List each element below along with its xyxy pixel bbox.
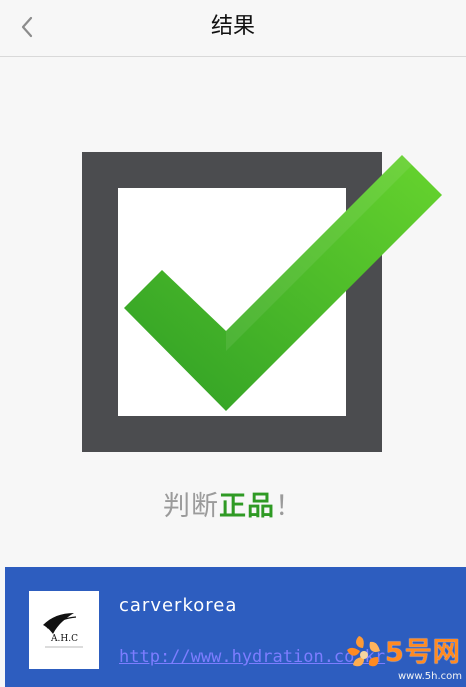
brand-logo: A.H.C: [29, 591, 99, 669]
watermark-text: 5号网: [385, 637, 461, 668]
page-header: 结果: [0, 0, 466, 57]
result-prefix: 判断: [163, 491, 219, 522]
flower-logo-icon: [347, 636, 380, 667]
result-message: 判断正品！: [0, 489, 466, 525]
page-title: 结果: [210, 14, 255, 39]
result-verdict: 正品: [219, 491, 275, 522]
ahc-logo-icon: A.H.C: [43, 613, 83, 648]
site-watermark: 5号网 www.5h.com: [337, 628, 464, 686]
watermark-url: www.5h.com: [398, 671, 463, 682]
brand-name: carverkorea: [119, 595, 238, 616]
result-suffix: ！: [275, 491, 303, 522]
result-panel: 判断正品！: [0, 57, 466, 567]
logo-text: A.H.C: [50, 634, 78, 644]
